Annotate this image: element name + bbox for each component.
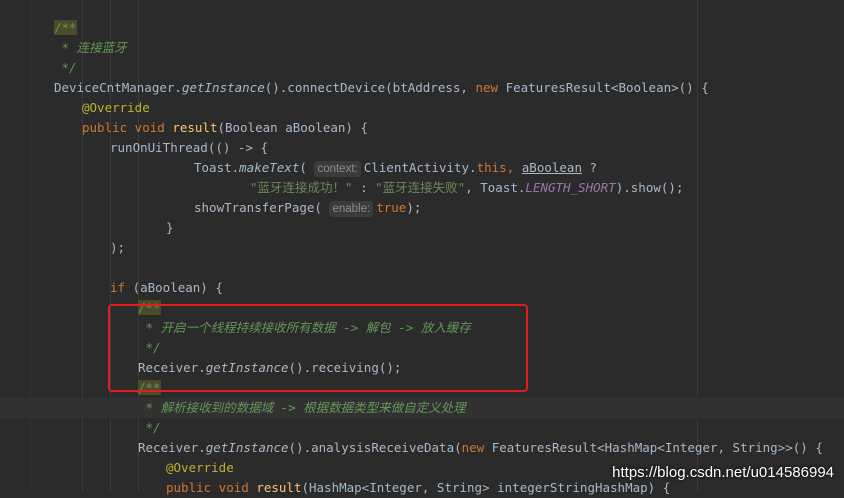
code-token: * 连接蓝牙 bbox=[54, 40, 127, 55]
code-token: ); bbox=[406, 200, 422, 215]
code-line[interactable]: showTransferPage( enable: true); bbox=[0, 198, 844, 218]
code-token: showTransferPage( bbox=[194, 200, 330, 215]
code-token: Receiver. bbox=[138, 440, 206, 455]
code-token: this bbox=[476, 160, 507, 175]
code-token: ClientActivity. bbox=[363, 160, 477, 175]
code-token: DeviceCntManager. bbox=[54, 80, 182, 95]
code-token: result bbox=[256, 480, 302, 495]
code-token: @Override bbox=[166, 460, 234, 475]
code-text: public void result(HashMap<Integer, Stri… bbox=[166, 478, 670, 498]
code-line[interactable]: /** bbox=[0, 18, 844, 38]
code-text: } bbox=[166, 218, 174, 238]
code-text: "蓝牙连接成功！" : "蓝牙连接失败", Toast.LENGTH_SHORT… bbox=[250, 178, 683, 198]
code-line[interactable]: } bbox=[0, 218, 844, 238]
code-token: if bbox=[110, 280, 133, 295]
code-token: true bbox=[376, 200, 407, 215]
code-line[interactable]: * 解析接收到的数据域 -> 根据数据类型来做自定义处理 bbox=[0, 398, 844, 418]
code-token: "蓝牙连接失败" bbox=[375, 180, 466, 195]
code-token: result bbox=[172, 120, 218, 135]
code-token: ( bbox=[299, 160, 315, 175]
code-text: public void result(Boolean aBoolean) { bbox=[82, 118, 368, 138]
code-text: if (aBoolean) { bbox=[110, 278, 223, 298]
code-text: Toast.makeText( context: ClientActivity.t… bbox=[194, 158, 597, 178]
parameter-hint: enable: bbox=[329, 201, 374, 217]
code-line[interactable]: if (aBoolean) { bbox=[0, 278, 844, 298]
code-token: (HashMap<Integer, String> integerStringH… bbox=[301, 480, 671, 495]
code-text: DeviceCntManager.getInstance().connectDe… bbox=[54, 78, 709, 98]
code-text: @Override bbox=[166, 458, 234, 478]
code-token: new bbox=[461, 440, 492, 455]
code-text: */ bbox=[138, 418, 161, 438]
code-token: new bbox=[475, 80, 506, 95]
code-token: ); bbox=[110, 240, 126, 255]
code-text: * 解析接收到的数据域 -> 根据数据类型来做自定义处理 bbox=[138, 398, 466, 418]
code-token: /** bbox=[54, 20, 77, 35]
code-line[interactable]: Receiver.getInstance().analysisReceiveDa… bbox=[0, 438, 844, 458]
code-line[interactable]: * 连接蓝牙 bbox=[0, 38, 844, 58]
code-token: (Boolean aBoolean) { bbox=[217, 120, 368, 135]
code-token: getInstance bbox=[181, 80, 265, 95]
code-token: runOnUiThread(() -> { bbox=[110, 140, 269, 155]
code-token: (aBoolean) { bbox=[132, 280, 223, 295]
code-token: ().analysisReceiveData( bbox=[288, 440, 462, 455]
code-token: "蓝牙连接成功！" bbox=[250, 180, 353, 195]
code-token: ().connectDevice(btAddress, bbox=[264, 80, 476, 95]
code-token: , bbox=[506, 160, 522, 175]
code-line[interactable]: */ bbox=[0, 418, 844, 438]
red-highlight-box bbox=[108, 304, 528, 392]
code-token: */ bbox=[138, 420, 161, 435]
code-token: FeaturesResult<Boolean>() { bbox=[505, 80, 709, 95]
code-line[interactable] bbox=[0, 258, 844, 278]
code-line[interactable]: public void result(HashMap<Integer, Stri… bbox=[0, 478, 844, 498]
code-line[interactable]: public void result(Boolean aBoolean) { bbox=[0, 118, 844, 138]
code-token: getInstance bbox=[205, 440, 289, 455]
code-line[interactable]: "蓝牙连接成功！" : "蓝牙连接失败", Toast.LENGTH_SHORT… bbox=[0, 178, 844, 198]
code-token: } bbox=[166, 220, 174, 235]
code-text: ); bbox=[110, 238, 125, 258]
code-token: , Toast. bbox=[465, 180, 526, 195]
code-token: public void bbox=[82, 120, 173, 135]
code-line[interactable]: ); bbox=[0, 238, 844, 258]
code-line[interactable]: DeviceCntManager.getInstance().connectDe… bbox=[0, 78, 844, 98]
code-text: @Override bbox=[82, 98, 150, 118]
code-line[interactable]: runOnUiThread(() -> { bbox=[0, 138, 844, 158]
code-line[interactable]: Toast.makeText( context: ClientActivity.t… bbox=[0, 158, 844, 178]
code-text: * 连接蓝牙 bbox=[54, 38, 127, 58]
code-token: * 解析接收到的数据域 -> 根据数据类型来做自定义处理 bbox=[138, 400, 466, 415]
code-token: Toast. bbox=[194, 160, 240, 175]
code-token: ? bbox=[582, 160, 598, 175]
code-text: showTransferPage( enable: true); bbox=[194, 198, 421, 218]
code-token: public void bbox=[166, 480, 257, 495]
code-token: ).show(); bbox=[615, 180, 684, 195]
code-text: Receiver.getInstance().analysisReceiveDa… bbox=[138, 438, 823, 458]
code-editor[interactable]: /** * 连接蓝牙 */DeviceCntManager.getInstanc… bbox=[0, 0, 844, 495]
code-token: LENGTH_SHORT bbox=[525, 180, 616, 195]
code-text: /** bbox=[54, 18, 77, 38]
code-text: */ bbox=[54, 58, 77, 78]
code-text: runOnUiThread(() -> { bbox=[110, 138, 268, 158]
code-token: @Override bbox=[82, 100, 150, 115]
watermark: https://blog.csdn.net/u014586994 bbox=[612, 464, 834, 481]
parameter-hint: context: bbox=[314, 161, 361, 177]
code-token: : bbox=[352, 180, 376, 195]
code-token: makeText bbox=[239, 160, 300, 175]
code-token: aBoolean bbox=[521, 160, 582, 175]
code-token: FeaturesResult<HashMap<Integer, String>>… bbox=[491, 440, 823, 455]
code-line[interactable]: */ bbox=[0, 58, 844, 78]
code-token: */ bbox=[54, 60, 77, 75]
code-line[interactable]: @Override bbox=[0, 98, 844, 118]
